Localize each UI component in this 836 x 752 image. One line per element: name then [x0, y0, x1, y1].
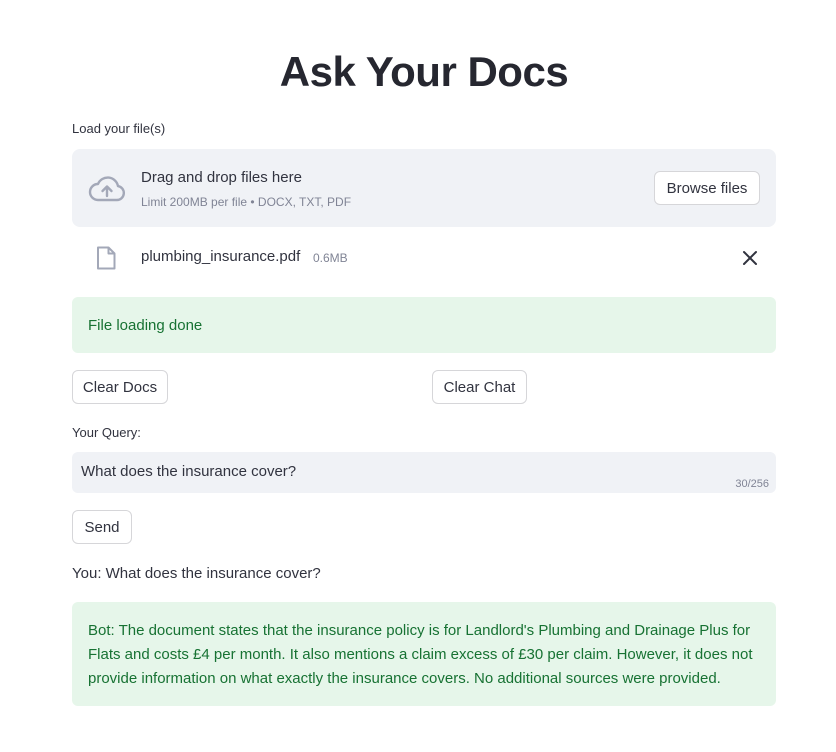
clear-docs-button[interactable]: Clear Docs: [72, 370, 168, 404]
query-input[interactable]: [72, 452, 776, 493]
uploaded-file-size: 0.6MB: [313, 251, 348, 265]
file-uploader-label: Load your file(s): [72, 121, 166, 136]
dropzone-limits: Limit 200MB per file • DOCX, TXT, PDF: [141, 195, 352, 209]
uploaded-file-row: plumbing_insurance.pdf 0.6MB: [72, 238, 776, 278]
file-dropzone[interactable]: Drag and drop files here Limit 200MB per…: [72, 149, 776, 227]
file-icon: [96, 246, 116, 270]
query-label: Your Query:: [72, 425, 141, 440]
chat-bot-message: Bot: The document states that the insura…: [72, 602, 776, 706]
dropzone-title: Drag and drop files here: [141, 169, 302, 186]
uploaded-file-name: plumbing_insurance.pdf: [141, 248, 301, 265]
cloud-upload-icon: [88, 173, 126, 203]
char-counter: 30/256: [735, 478, 769, 490]
clear-chat-button[interactable]: Clear Chat: [432, 370, 527, 404]
close-icon[interactable]: [742, 246, 758, 270]
browse-files-button[interactable]: Browse files: [654, 171, 760, 205]
query-textarea-wrapper: 30/256: [72, 452, 776, 493]
status-success-alert: File loading done: [72, 297, 776, 353]
send-button[interactable]: Send: [72, 510, 132, 544]
page-title: Ask Your Docs: [279, 48, 569, 95]
app-page: Ask Your Docs Load your file(s) Drag and…: [0, 0, 836, 752]
chat-user-message: You: What does the insurance cover?: [72, 565, 321, 582]
